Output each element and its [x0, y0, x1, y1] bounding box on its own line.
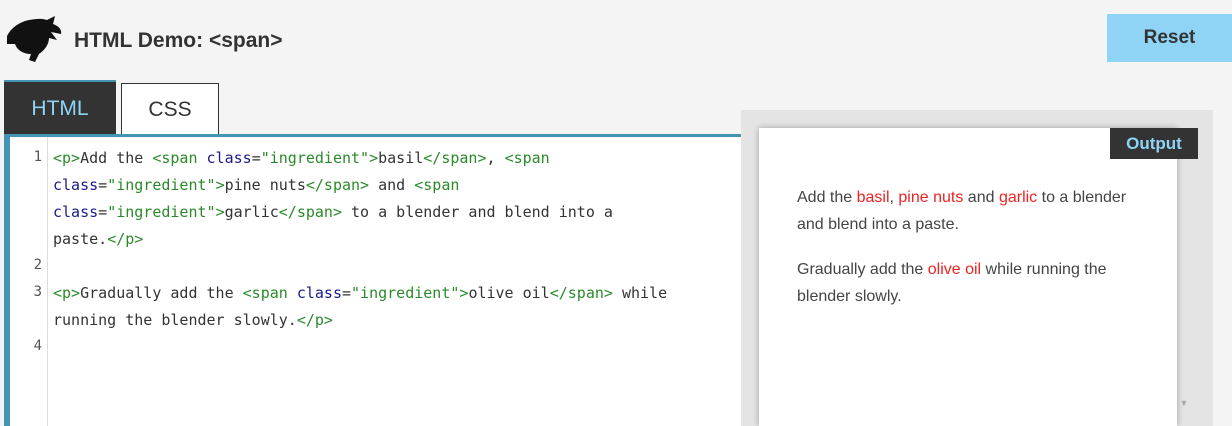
header: HTML Demo: <span> Reset	[0, 0, 1232, 80]
tab-html[interactable]: HTML	[4, 80, 116, 136]
output-paragraph-1: Add the basil, pine nuts and garlic to a…	[797, 184, 1137, 238]
line-number: 4	[33, 338, 42, 354]
ingredient: pine nuts	[898, 189, 964, 206]
text: Gradually add the	[797, 261, 928, 278]
ingredient: basil	[856, 189, 890, 206]
line-number: 2	[33, 257, 42, 273]
output-panel: Output Add the basil, pine nuts and garl…	[741, 110, 1213, 426]
code-line: <p>Gradually add the <span class="ingred…	[53, 284, 668, 302]
code-content[interactable]: <p>Add the <span class="ingredient">basi…	[53, 145, 743, 334]
text: Add the	[797, 189, 857, 206]
output-paragraph-2: Gradually add the olive oil while runnin…	[797, 256, 1137, 310]
ingredient: garlic	[998, 189, 1038, 206]
text: and	[963, 189, 999, 206]
dinosaur-logo-icon	[7, 16, 62, 62]
line-gutter: 1 2 3 4	[10, 137, 48, 426]
line-number: 1	[33, 149, 42, 165]
page-title: HTML Demo: <span>	[74, 29, 283, 52]
tab-css[interactable]: CSS	[121, 83, 219, 136]
output-frame: Output Add the basil, pine nuts and garl…	[759, 128, 1198, 426]
scroll-down-arrow-icon[interactable]: ▼	[1176, 396, 1192, 410]
output-content: Add the basil, pine nuts and garlic to a…	[797, 184, 1137, 328]
line-number: 3	[33, 284, 42, 300]
code-line: class="ingredient">garlic</span> to a bl…	[53, 203, 613, 221]
code-line: <p>Add the <span class="ingredient">basi…	[53, 149, 550, 167]
code-line: paste.</p>	[53, 230, 144, 248]
code-line: running the blender slowly.</p>	[53, 311, 333, 329]
output-label: Output	[1110, 128, 1198, 159]
reset-button[interactable]: Reset	[1107, 14, 1232, 62]
code-editor[interactable]: 1 2 3 4 <p>Add the <span class="ingredie…	[4, 134, 741, 426]
ingredient: olive oil	[927, 261, 982, 278]
code-line: class="ingredient">pine nuts</span> and …	[53, 176, 460, 194]
